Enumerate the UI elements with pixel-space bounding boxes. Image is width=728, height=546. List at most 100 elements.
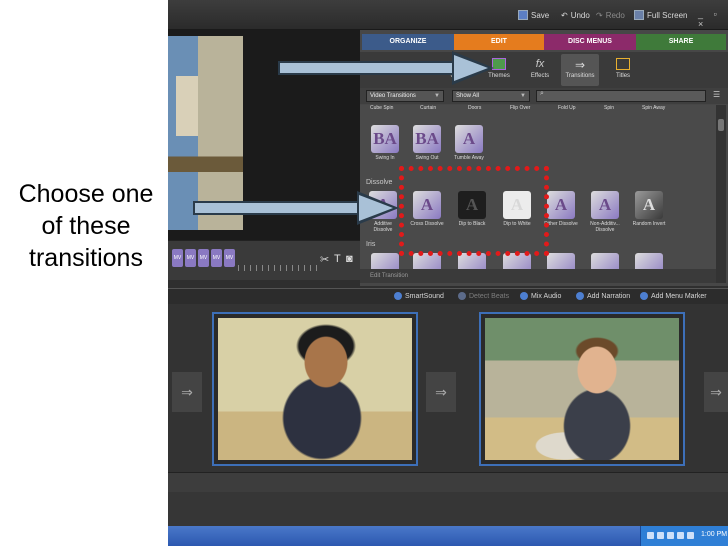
transitions-tool-button[interactable]: ⇒ Transitions <box>561 54 599 86</box>
scroll-thumb[interactable] <box>718 119 724 131</box>
detect-beats-button[interactable]: Detect Beats <box>458 292 509 300</box>
transition-thumbnail: A <box>547 191 575 219</box>
transition-thumbnail: A <box>455 125 483 153</box>
thumb-label: Spin <box>604 105 615 111</box>
scene-clip[interactable] <box>212 312 418 466</box>
empty-track-area <box>168 492 728 526</box>
thumb-label: Fold Up <box>558 105 576 111</box>
add-narration-button[interactable]: Add Narration <box>576 292 630 300</box>
undo-label: Undo <box>570 10 590 20</box>
transition-iris[interactable] <box>544 253 578 269</box>
clock: 1:00 PM <box>701 531 728 538</box>
fx-icon: fx <box>535 58 545 70</box>
transition-thumbnail: BA <box>413 125 441 153</box>
workspace-tabs: ORGANIZE EDIT DISC MENUS SHARE <box>362 34 726 50</box>
tray-icon[interactable] <box>677 532 684 539</box>
chevron-down-icon: ▼ <box>434 93 440 99</box>
clip-thumbnail[interactable]: MV <box>185 249 196 267</box>
mixer-icon <box>520 292 528 300</box>
thumb-label: Tumble Away <box>454 155 484 161</box>
tray-icon[interactable] <box>647 532 654 539</box>
thumb-label: Swing In <box>375 155 395 161</box>
tab-edit[interactable]: EDIT <box>454 34 544 50</box>
tab-share[interactable]: SHARE <box>636 34 726 50</box>
redo-arrow-icon: ↷ <box>596 10 603 20</box>
undo-button[interactable]: ↶ Undo <box>561 8 590 22</box>
titles-tool-button[interactable]: Titles <box>604 54 642 79</box>
tray-icon[interactable] <box>667 532 674 539</box>
smartsound-icon <box>394 292 402 300</box>
group-dissolve-label: Dissolve <box>366 179 393 186</box>
mix-audio-button[interactable]: Mix Audio <box>520 292 561 300</box>
tray-icon[interactable] <box>657 532 664 539</box>
add-narration-label: Add Narration <box>587 292 631 300</box>
group-iris-label: Iris <box>366 241 376 248</box>
transition-iris[interactable] <box>588 253 622 269</box>
titles-icon <box>616 58 630 70</box>
save-button[interactable]: Save <box>518 8 549 22</box>
clip-thumbnail[interactable]: MV <box>198 249 209 267</box>
transition-swing-in[interactable]: BA Swing In <box>368 125 402 161</box>
tab-disc-menus[interactable]: DISC MENUS <box>544 34 636 50</box>
add-menu-marker-label: Add Menu Marker <box>651 292 707 300</box>
gallery-scrollbar[interactable] <box>716 105 726 283</box>
scene-clip[interactable] <box>479 312 685 466</box>
clip-thumbnail[interactable]: MV <box>211 249 222 267</box>
transition-drop-slot[interactable]: ⇒ <box>172 372 202 412</box>
sceneline: ⇒ ⇒ ⇒ <box>168 304 728 472</box>
clip-thumbnail-image <box>218 318 412 460</box>
window-controls[interactable]: _ ▫ × <box>698 9 728 29</box>
transition-random-invert[interactable]: A Random Invert <box>632 191 666 227</box>
show-dropdown[interactable]: Show All ▼ <box>452 90 530 102</box>
add-menu-marker-button[interactable]: Add Menu Marker <box>640 292 707 300</box>
thumb-label: Flip Over <box>510 105 531 111</box>
transition-iris[interactable] <box>368 253 402 269</box>
mini-timeline[interactable]: MV MV MV MV MV ✂ T ◙ <box>168 240 360 280</box>
list-view-icon[interactable]: ☰ <box>713 90 720 99</box>
windows-taskbar: 1:00 PM <box>168 526 728 546</box>
smartsound-button[interactable]: SmartSound <box>394 292 444 300</box>
scissors-icon[interactable]: ✂ <box>320 253 329 266</box>
callout-arrow-head <box>454 55 488 81</box>
transition-iris[interactable] <box>632 253 666 269</box>
category-dropdown[interactable]: Video Transitions ▼ <box>366 90 444 102</box>
callout-arrow-shaft <box>278 61 454 75</box>
title-text-icon[interactable]: T <box>334 253 341 265</box>
clip-thumbnail[interactable]: MV <box>172 249 183 267</box>
time-ruler[interactable] <box>238 265 318 271</box>
tab-organize[interactable]: ORGANIZE <box>362 34 454 50</box>
slide-caption: Choose one of these transitions <box>18 180 154 272</box>
transition-tumble-away[interactable]: A Tumble Away <box>452 125 486 161</box>
redo-button[interactable]: ↷ Redo <box>596 8 625 22</box>
transition-thumbnail <box>591 253 619 269</box>
tray-icon[interactable] <box>687 532 694 539</box>
transition-thumbnail <box>371 253 399 269</box>
search-input[interactable]: ⌕ <box>536 90 706 102</box>
show-value: Show All <box>456 93 480 99</box>
transition-non-additive-dissolve[interactable]: A Non-Additiv... Dissolve <box>588 191 622 233</box>
transition-drop-slot[interactable]: ⇒ <box>426 372 456 412</box>
camera-icon[interactable]: ◙ <box>346 253 353 265</box>
dissolve-highlight-box <box>399 166 549 256</box>
thumb-label: Cube Spin <box>370 105 394 111</box>
transition-thumbnail: A <box>635 191 663 219</box>
effects-tool-button[interactable]: fx Effects <box>521 54 559 79</box>
transition-swing-out[interactable]: BA Swing Out <box>410 125 444 161</box>
titles-label: Titles <box>615 73 631 79</box>
undo-arrow-icon: ↶ <box>561 10 568 20</box>
save-label: Save <box>531 10 550 20</box>
filter-row: Video Transitions ▼ Show All ▼ ⌕ ☰ <box>360 88 728 104</box>
callout-arrow-shaft <box>193 201 359 215</box>
search-icon: ⌕ <box>540 90 544 97</box>
transitions-label: Transitions <box>565 73 595 79</box>
full-screen-label: Full Screen <box>647 10 688 20</box>
transition-thumbnail <box>547 253 575 269</box>
sceneline-footer <box>168 472 728 492</box>
transition-dither-dissolve[interactable]: A Dither Dissolve <box>544 191 578 227</box>
chevron-down-icon: ▼ <box>520 93 526 99</box>
edit-transition-button[interactable]: Edit Transition <box>360 269 716 283</box>
clip-thumbnail[interactable]: MV <box>224 249 235 267</box>
cut-off-row-labels: Cube Spin Curtain Doors Flip Over Fold U… <box>370 105 710 113</box>
full-screen-button[interactable]: Full Screen <box>634 8 687 22</box>
transition-drop-slot[interactable]: ⇒ <box>704 372 728 412</box>
